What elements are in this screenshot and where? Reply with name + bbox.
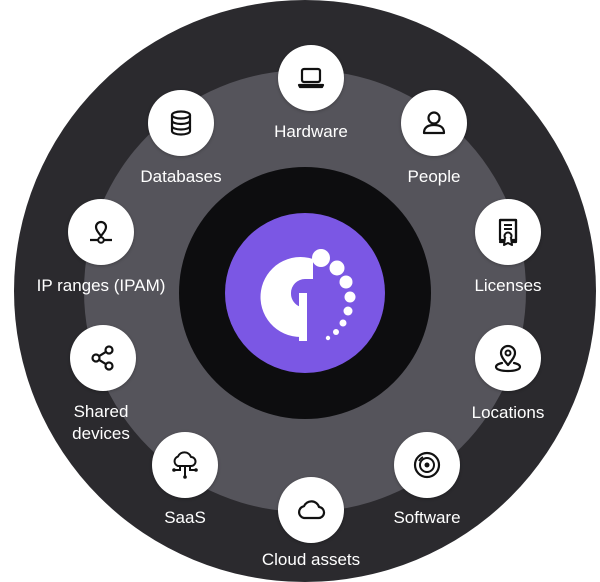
- databases-label: Databases: [140, 167, 222, 186]
- cloud-icon: [298, 500, 326, 520]
- ip-ranges-label: IP ranges (IPAM): [36, 276, 166, 295]
- brand-logo-icon: [225, 213, 385, 373]
- shared-devices-label: Shared devices: [72, 401, 130, 445]
- hardware-node[interactable]: [278, 45, 344, 111]
- software-label: Software: [393, 508, 461, 527]
- location-pin-icon: [494, 344, 522, 373]
- cloud-network-icon: [172, 451, 198, 479]
- cloud-assets-node[interactable]: [278, 477, 344, 543]
- shared-devices-label-line-1: Shared: [73, 402, 129, 421]
- certificate-icon: [498, 218, 518, 246]
- people-node[interactable]: [401, 90, 467, 156]
- licenses-node[interactable]: [475, 199, 541, 265]
- database-icon: [170, 110, 192, 136]
- locations-label: Locations: [471, 403, 545, 422]
- licenses-label: Licenses: [474, 276, 542, 295]
- person-icon: [422, 111, 446, 135]
- disc-icon: [413, 451, 441, 479]
- software-node[interactable]: [394, 432, 460, 498]
- shared-devices-label-line-2: devices: [72, 424, 130, 443]
- databases-node[interactable]: [148, 90, 214, 156]
- network-pin-icon: [90, 220, 112, 244]
- saas-node[interactable]: [152, 432, 218, 498]
- locations-node[interactable]: [475, 325, 541, 391]
- ip-ranges-node[interactable]: [68, 199, 134, 265]
- shared-devices-node[interactable]: [70, 325, 136, 391]
- people-label: People: [407, 167, 461, 186]
- share-icon: [91, 345, 114, 371]
- cloud-assets-label: Cloud assets: [261, 550, 361, 569]
- laptop-icon: [297, 67, 325, 89]
- hardware-label: Hardware: [274, 122, 348, 141]
- saas-label: SaaS: [164, 508, 206, 527]
